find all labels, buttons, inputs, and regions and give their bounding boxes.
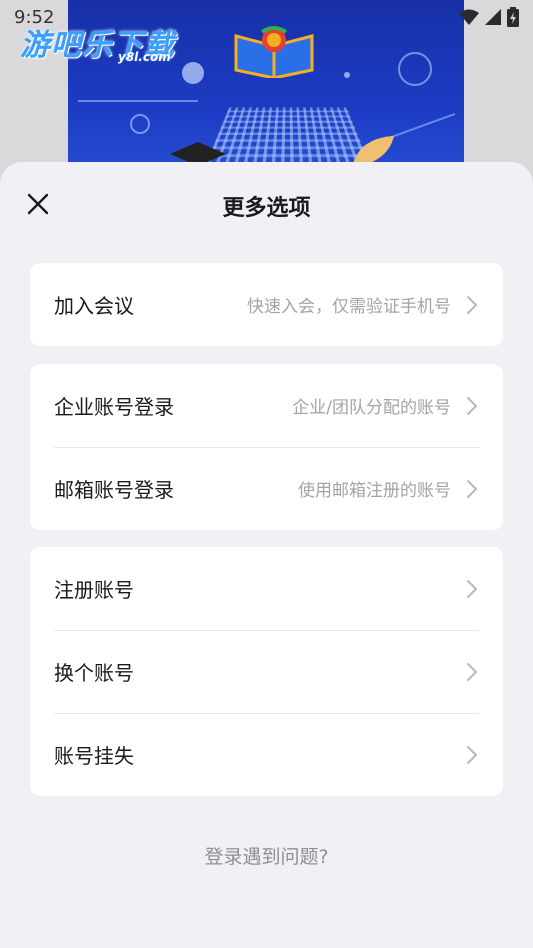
login-help-link[interactable]: 登录遇到问题? (0, 842, 533, 869)
enterprise-login-row[interactable]: 企业账号登录 企业/团队分配的账号 (30, 364, 503, 447)
wifi-icon (459, 9, 479, 25)
row-label: 账号挂失 (54, 744, 134, 768)
chevron-right-icon (467, 295, 477, 314)
row-label: 注册账号 (54, 578, 134, 602)
poster-dot (344, 72, 350, 78)
battery-icon (507, 7, 519, 27)
switch-account-row[interactable]: 换个账号 (30, 630, 503, 713)
poster-line (78, 100, 198, 102)
register-account-row[interactable]: 注册账号 (30, 547, 503, 630)
row-hint: 企业/团队分配的账号 (292, 398, 451, 418)
row-label: 换个账号 (54, 661, 134, 685)
options-card-account: 注册账号 换个账号 账号挂失 (30, 547, 503, 796)
chevron-right-icon (467, 396, 477, 415)
chevron-right-icon (467, 662, 477, 681)
poster-ring (398, 52, 432, 86)
watermark-url: y8l.com (118, 50, 171, 64)
sheet-header: 更多选项 (0, 162, 533, 246)
chevron-right-icon (467, 745, 477, 764)
options-card-login: 企业账号登录 企业/团队分配的账号 邮箱账号登录 使用邮箱注册的账号 (30, 364, 503, 530)
poster-dot (182, 62, 204, 84)
screen: 9:52 游吧乐下载 y8l.com 更多选项 加入会议 快速入会，仅需验证手机… (0, 0, 533, 948)
options-card-join: 加入会议 快速入会，仅需验证手机号 (30, 263, 503, 346)
chevron-right-icon (467, 579, 477, 598)
join-meeting-row[interactable]: 加入会议 快速入会，仅需验证手机号 (30, 263, 503, 346)
report-lost-account-row[interactable]: 账号挂失 (30, 713, 503, 796)
sheet-title: 更多选项 (222, 196, 311, 221)
signal-icon (485, 9, 501, 25)
email-login-row[interactable]: 邮箱账号登录 使用邮箱注册的账号 (30, 447, 503, 530)
chevron-right-icon (467, 479, 477, 498)
row-label: 企业账号登录 (54, 395, 174, 419)
row-hint: 使用邮箱注册的账号 (298, 481, 451, 501)
more-options-sheet: 更多选项 加入会议 快速入会，仅需验证手机号 企业账号登录 企业/团队分配的账号… (0, 162, 533, 948)
poster-ring (130, 114, 150, 134)
row-label: 邮箱账号登录 (54, 478, 174, 502)
status-icons (459, 7, 519, 27)
row-hint: 快速入会，仅需验证手机号 (247, 297, 451, 317)
row-label: 加入会议 (54, 294, 134, 318)
